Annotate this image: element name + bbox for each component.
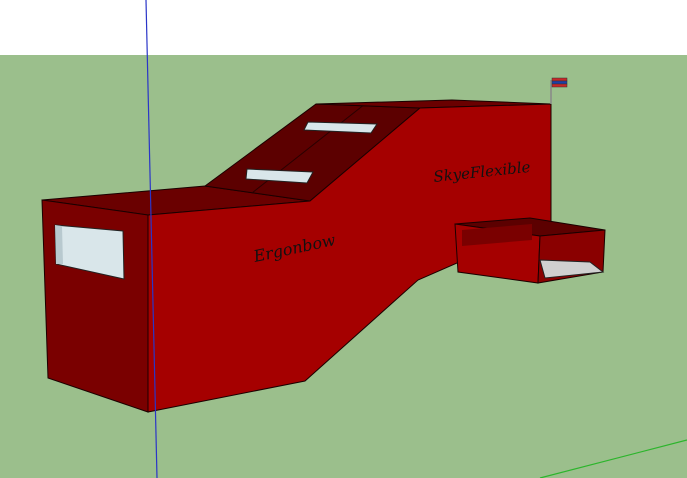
sky-background [0,0,687,55]
left-window-frame [55,225,63,264]
sketchup-viewport[interactable]: Ergonbow SkyeFlexible [0,0,687,478]
flag-icon [551,77,568,88]
3d-model-scene[interactable]: Ergonbow SkyeFlexible [0,0,687,478]
